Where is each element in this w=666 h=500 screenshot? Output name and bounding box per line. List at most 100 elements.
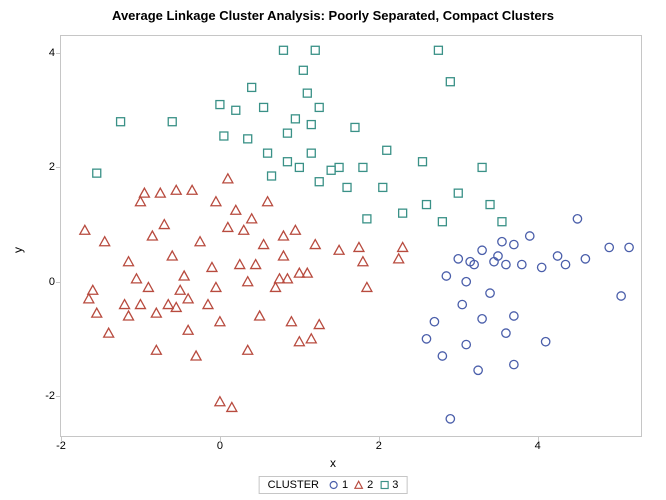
- data-point: [474, 366, 482, 374]
- legend-label-1: 1: [342, 479, 348, 491]
- data-point: [283, 158, 291, 166]
- data-point: [268, 172, 276, 180]
- data-point: [363, 215, 371, 223]
- data-point: [151, 308, 161, 317]
- data-point: [191, 351, 201, 360]
- data-point: [183, 294, 193, 303]
- data-point: [168, 118, 176, 126]
- data-point: [502, 260, 510, 268]
- data-point: [327, 166, 335, 174]
- data-point: [537, 263, 545, 271]
- data-point: [135, 197, 145, 206]
- legend-title: CLUSTER: [268, 479, 319, 491]
- data-point: [147, 231, 157, 240]
- data-point: [231, 205, 241, 214]
- data-point: [247, 214, 257, 223]
- data-point: [486, 201, 494, 209]
- data-point: [438, 218, 446, 226]
- data-point: [307, 121, 315, 129]
- data-point: [581, 255, 589, 263]
- scatter-points: [61, 36, 641, 436]
- data-point: [259, 240, 269, 249]
- data-point: [422, 201, 430, 209]
- data-point: [167, 251, 177, 260]
- data-point: [446, 78, 454, 86]
- data-point: [215, 317, 225, 326]
- data-point: [143, 282, 153, 291]
- data-point: [498, 238, 506, 246]
- chart-container: Average Linkage Cluster Analysis: Poorly…: [0, 0, 666, 500]
- data-point: [454, 255, 462, 263]
- data-point: [430, 318, 438, 326]
- data-point: [617, 292, 625, 300]
- data-point: [211, 197, 221, 206]
- data-point: [343, 183, 351, 191]
- data-point: [541, 338, 549, 346]
- data-point: [510, 312, 518, 320]
- data-point: [351, 123, 359, 131]
- data-point: [462, 278, 470, 286]
- triangle-icon: [354, 480, 364, 490]
- data-point: [290, 225, 300, 234]
- data-point: [93, 169, 101, 177]
- data-point: [104, 328, 114, 337]
- data-point: [175, 285, 185, 294]
- data-point: [80, 225, 90, 234]
- data-point: [151, 345, 161, 354]
- data-point: [299, 66, 307, 74]
- data-point: [278, 251, 288, 260]
- data-point: [573, 215, 581, 223]
- data-point: [195, 237, 205, 246]
- data-point: [248, 83, 256, 91]
- chart-title: Average Linkage Cluster Analysis: Poorly…: [0, 8, 666, 23]
- data-point: [510, 240, 518, 248]
- data-point: [362, 282, 372, 291]
- data-point: [203, 300, 213, 309]
- data-point: [159, 220, 169, 229]
- data-point: [442, 272, 450, 280]
- data-point: [84, 294, 94, 303]
- y-axis-label: y: [11, 247, 25, 253]
- data-point: [291, 115, 299, 123]
- data-point: [334, 245, 344, 254]
- data-point: [526, 232, 534, 240]
- data-point: [220, 132, 228, 140]
- data-point: [283, 129, 291, 137]
- data-point: [135, 300, 145, 309]
- data-point: [315, 178, 323, 186]
- data-point: [422, 335, 430, 343]
- legend-label-3: 3: [392, 479, 398, 491]
- data-point: [311, 46, 319, 54]
- data-point: [243, 345, 253, 354]
- data-point: [216, 101, 224, 109]
- data-point: [223, 222, 233, 231]
- data-point: [314, 320, 324, 329]
- data-point: [478, 315, 486, 323]
- data-point: [379, 183, 387, 191]
- data-point: [239, 225, 249, 234]
- data-point: [100, 237, 110, 246]
- data-point: [295, 163, 303, 171]
- data-point: [462, 340, 470, 348]
- data-point: [155, 188, 165, 197]
- data-point: [131, 274, 141, 283]
- data-point: [518, 260, 526, 268]
- data-point: [315, 103, 323, 111]
- data-point: [251, 260, 261, 269]
- data-point: [438, 352, 446, 360]
- data-point: [307, 149, 315, 157]
- legend-label-2: 2: [367, 479, 373, 491]
- data-point: [478, 246, 486, 254]
- data-point: [260, 103, 268, 111]
- data-point: [117, 118, 125, 126]
- data-point: [399, 209, 407, 217]
- data-point: [271, 282, 281, 291]
- data-point: [434, 46, 442, 54]
- data-point: [183, 325, 193, 334]
- data-point: [207, 262, 217, 271]
- data-point: [163, 300, 173, 309]
- data-point: [286, 317, 296, 326]
- plot-area: -2024-2024: [60, 35, 642, 437]
- data-point: [335, 163, 343, 171]
- data-point: [139, 188, 149, 197]
